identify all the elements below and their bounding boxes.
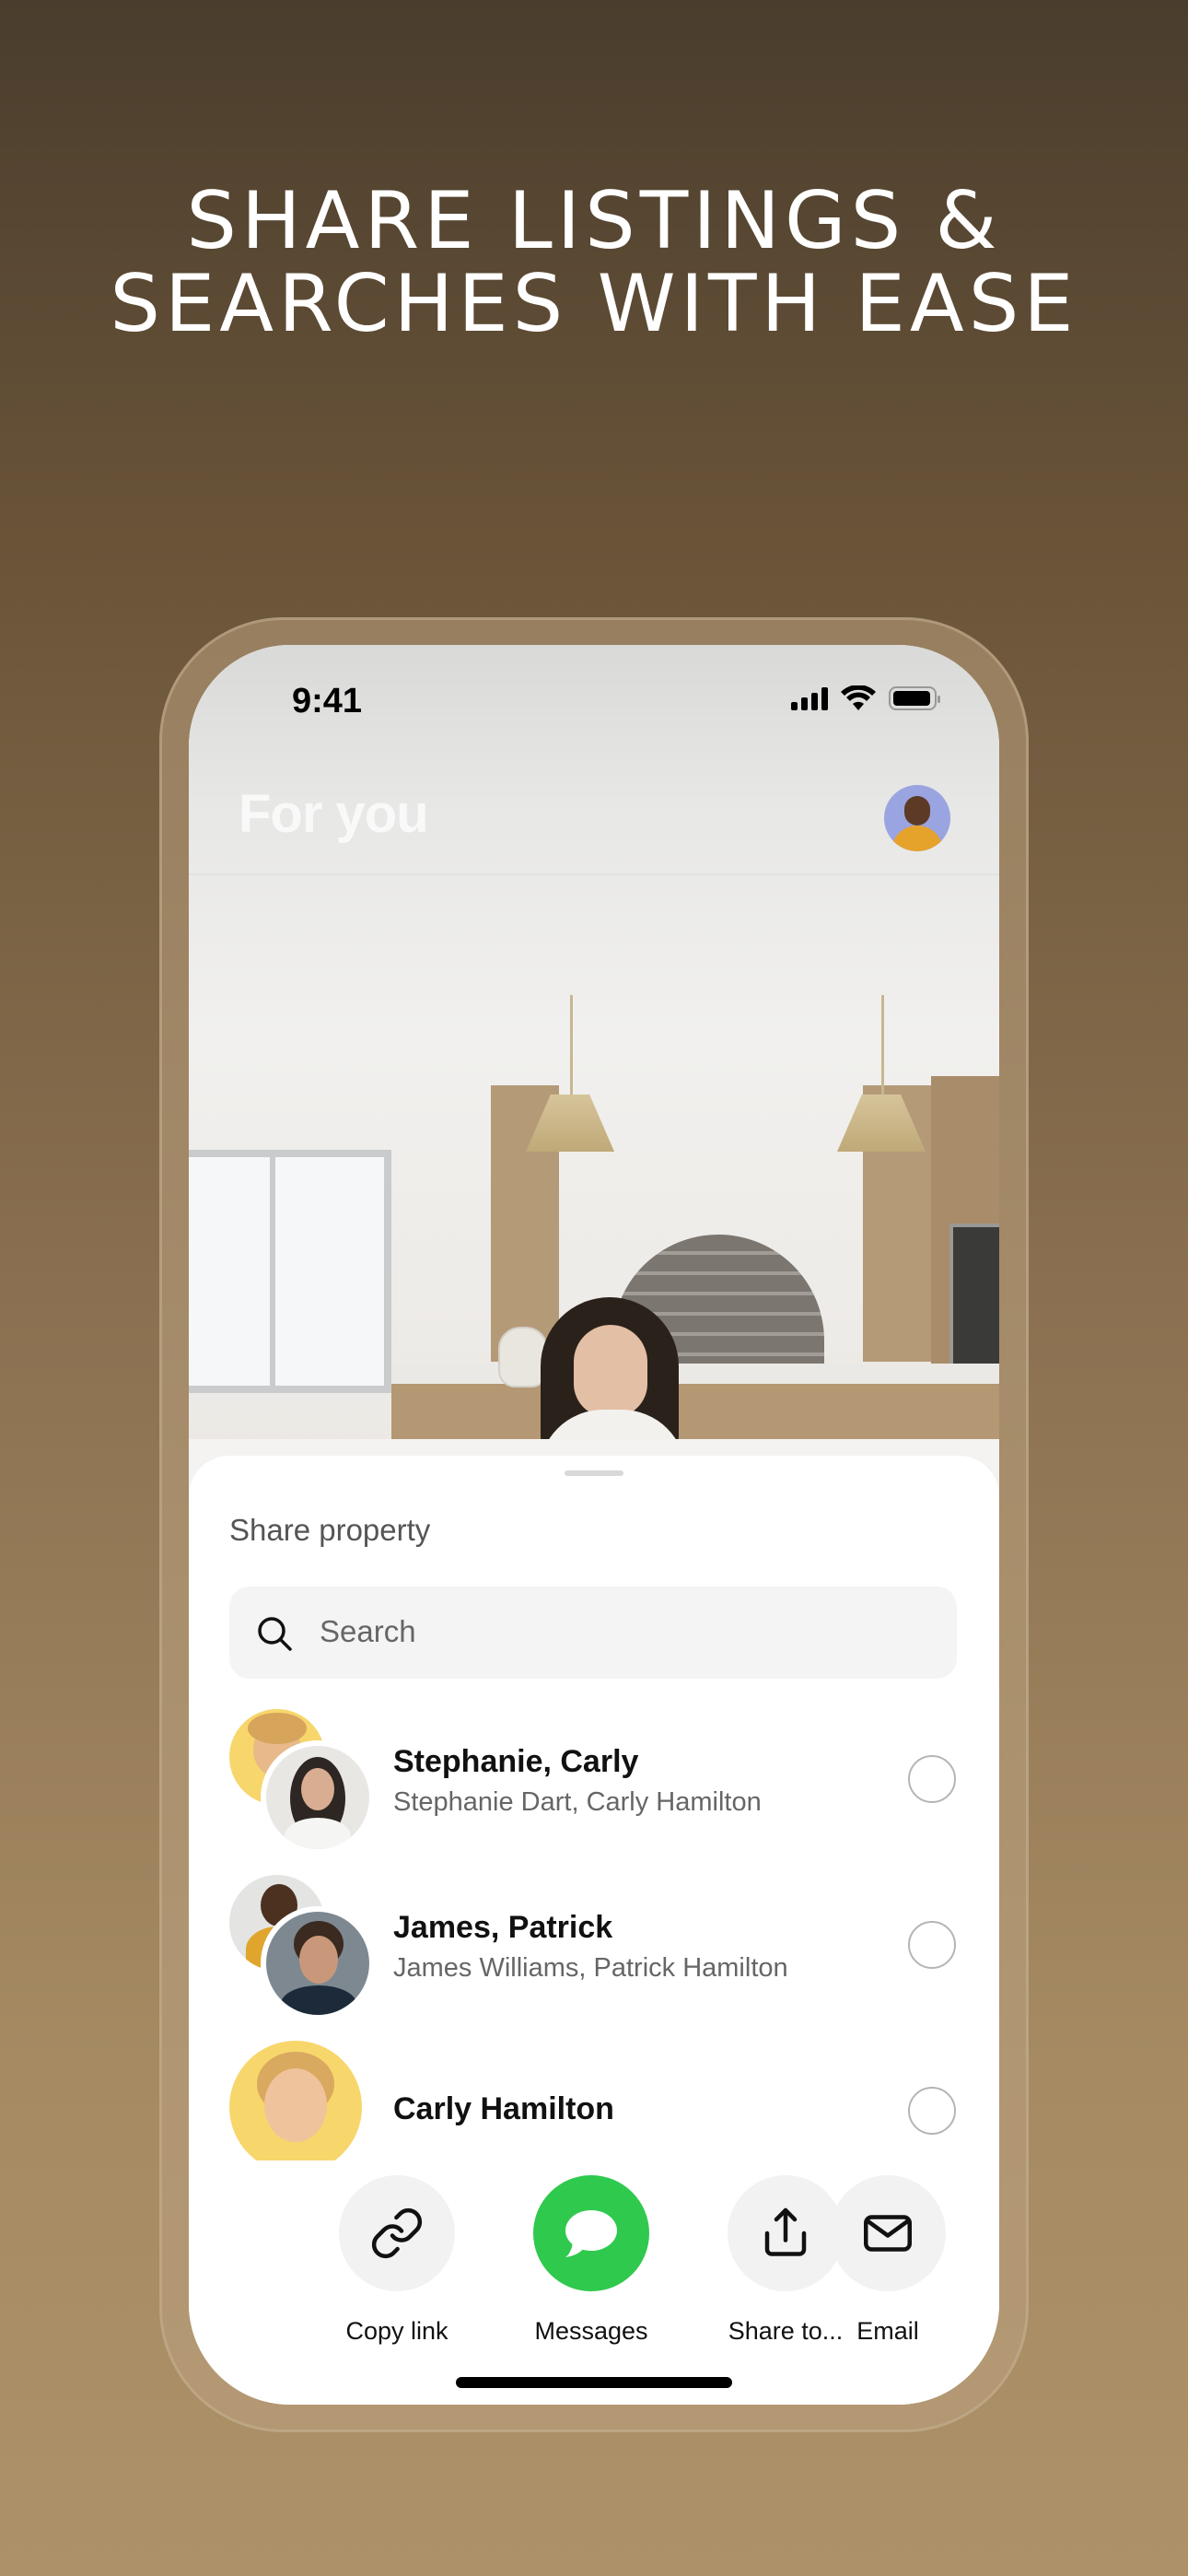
avatar [261,1740,375,1855]
action-label: Email [856,2317,919,2345]
search-placeholder: Search [320,1614,416,1648]
headline-line-1: SHARE LISTINGS & [186,175,1002,267]
contact-members: James Williams, Patrick Hamilton [393,1953,788,1983]
share-actions: Copy link Messages Share to... Email [189,2160,999,2345]
sheet-grabber[interactable] [565,1470,623,1476]
status-icons [791,685,940,711]
contact-list: Stephanie, Carly Stephanie Dart, Carly H… [189,1709,999,2170]
contact-members: Stephanie Dart, Carly Hamilton [393,1787,762,1817]
group-avatar [229,1875,375,2020]
email-button[interactable]: Email [796,2175,980,2346]
contact-name: James, Patrick [393,1910,613,1945]
contact-row[interactable]: Stephanie, Carly Stephanie Dart, Carly H… [189,1709,999,1866]
page-title: For you [239,784,429,844]
battery-icon [889,686,940,710]
sheet-title: Share property [229,1513,431,1547]
avatar [261,1906,375,2020]
action-label: Copy link [345,2317,448,2345]
wifi-icon [841,685,876,710]
listing-photo[interactable] [189,645,999,1511]
avatar [229,2041,362,2170]
search-icon [258,1617,292,1651]
single-avatar [229,2041,367,2170]
select-radio[interactable] [908,1921,956,1969]
action-label: Messages [534,2317,648,2345]
messages-button[interactable]: Messages [499,2175,683,2346]
contact-name: Stephanie, Carly [393,1744,639,1779]
share-sheet: Share property Search Stephanie, Carly S… [189,1456,999,2405]
contact-name: Carly Hamilton [393,2091,614,2126]
contact-row[interactable]: Carly Hamilton [189,2041,999,2170]
marketing-headline: SHARE LISTINGS & SEARCHES WITH EASE [0,180,1188,345]
headline-line-2: SEARCHES WITH EASE [110,258,1078,350]
search-input[interactable]: Search [229,1587,957,1679]
window [189,1150,391,1393]
link-icon [371,2207,423,2259]
select-radio[interactable] [908,2087,956,2135]
contact-row[interactable]: James, Patrick James Williams, Patrick H… [189,1875,999,2032]
profile-avatar[interactable] [884,785,950,851]
home-indicator[interactable] [456,2377,732,2388]
status-time: 9:41 [292,682,363,720]
group-avatar [229,1709,375,1855]
copy-link-button[interactable]: Copy link [305,2175,489,2346]
cellular-signal-icon [791,686,828,710]
select-radio[interactable] [908,1755,956,1803]
message-bubble-icon [565,2210,617,2257]
envelope-icon [864,2215,912,2252]
phone-screen: 9:41 For you Share property Search Steph… [189,645,999,2405]
